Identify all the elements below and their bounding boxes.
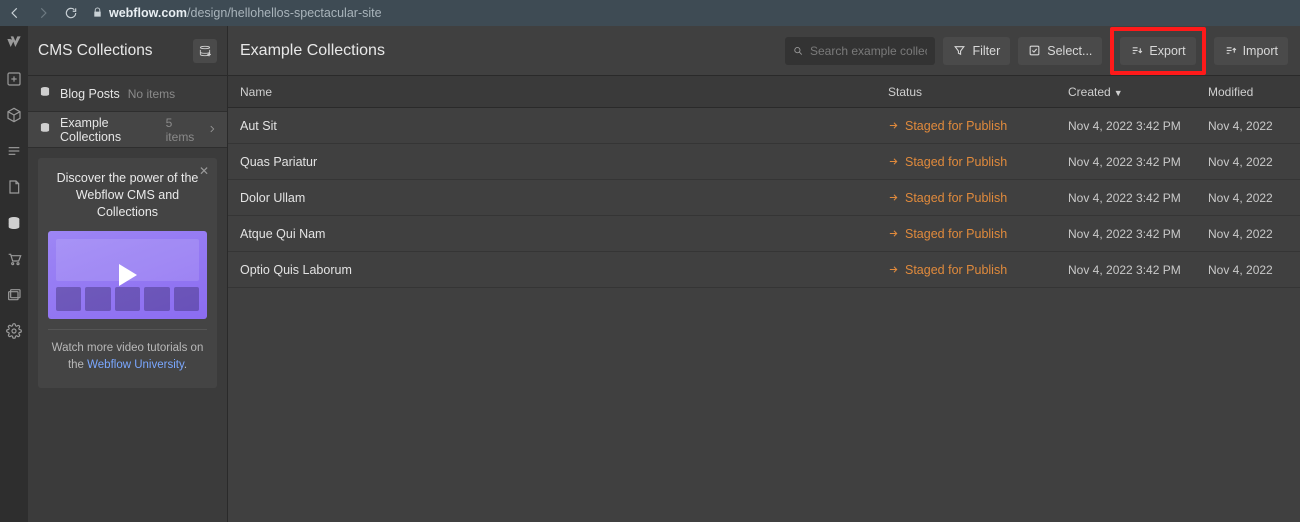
- new-collection-button[interactable]: [193, 39, 217, 63]
- collection-label: Example Collections: [60, 116, 158, 144]
- browser-back-button[interactable]: [8, 6, 22, 20]
- play-icon: [119, 264, 137, 286]
- select-button[interactable]: Select...: [1018, 37, 1102, 65]
- arrow-right-icon: [888, 228, 899, 239]
- cell-status: Staged for Publish: [888, 263, 1068, 277]
- import-button[interactable]: Import: [1214, 37, 1288, 65]
- export-icon: [1130, 44, 1143, 57]
- list-icon[interactable]: [5, 142, 23, 160]
- collection-row-example-collections[interactable]: Example Collections 5 items: [28, 112, 227, 148]
- export-highlight: Export: [1110, 27, 1205, 75]
- browser-reload-button[interactable]: [64, 6, 78, 20]
- panel-title: CMS Collections: [38, 42, 153, 60]
- column-created[interactable]: Created▼: [1068, 85, 1208, 99]
- cell-created: Nov 4, 2022 3:42 PM: [1068, 155, 1208, 169]
- cell-created: Nov 4, 2022 3:42 PM: [1068, 227, 1208, 241]
- cell-status: Staged for Publish: [888, 191, 1068, 205]
- sort-desc-icon: ▼: [1114, 88, 1123, 98]
- add-icon[interactable]: [5, 70, 23, 88]
- cell-modified: Nov 4, 2022: [1208, 263, 1288, 277]
- cell-modified: Nov 4, 2022: [1208, 119, 1288, 133]
- cell-status: Staged for Publish: [888, 155, 1068, 169]
- table-row[interactable]: Atque Qui NamStaged for PublishNov 4, 20…: [228, 216, 1300, 252]
- cart-icon[interactable]: [5, 250, 23, 268]
- column-modified[interactable]: Modified: [1208, 85, 1288, 99]
- url-path: /design/hellohellos-spectacular-site: [187, 6, 382, 20]
- page-icon[interactable]: [5, 178, 23, 196]
- left-rail: [0, 26, 28, 522]
- table-row[interactable]: Optio Quis LaborumStaged for PublishNov …: [228, 252, 1300, 288]
- column-name[interactable]: Name: [240, 85, 888, 99]
- settings-icon[interactable]: [5, 322, 23, 340]
- collection-row-blog-posts[interactable]: Blog Posts No items: [28, 76, 227, 112]
- webflow-university-link[interactable]: Webflow University: [87, 359, 184, 371]
- arrow-right-icon: [888, 156, 899, 167]
- cell-created: Nov 4, 2022 3:42 PM: [1068, 119, 1208, 133]
- search-icon: [793, 45, 804, 57]
- cell-status: Staged for Publish: [888, 119, 1068, 133]
- lock-icon: [92, 6, 103, 21]
- table-body: Aut SitStaged for PublishNov 4, 2022 3:4…: [228, 108, 1300, 288]
- promo-heading: Discover the power of the Webflow CMS an…: [48, 170, 207, 221]
- cms-icon[interactable]: [5, 214, 23, 232]
- collection-label: Blog Posts: [60, 87, 120, 101]
- collection-list: Blog Posts No items Example Collections …: [28, 76, 227, 148]
- column-status[interactable]: Status: [888, 85, 1068, 99]
- browser-forward-button[interactable]: [36, 6, 50, 20]
- cell-name: Optio Quis Laborum: [240, 263, 888, 277]
- page-title: Example Collections: [240, 42, 385, 60]
- webflow-logo-icon[interactable]: [5, 34, 23, 52]
- cms-collections-panel: CMS Collections Blog Posts No items Exam…: [28, 26, 228, 522]
- table-row[interactable]: Aut SitStaged for PublishNov 4, 2022 3:4…: [228, 108, 1300, 144]
- promo-card: ✕ Discover the power of the Webflow CMS …: [38, 158, 217, 388]
- export-button[interactable]: Export: [1120, 37, 1195, 65]
- url-domain: webflow.com: [109, 6, 187, 20]
- cell-modified: Nov 4, 2022: [1208, 191, 1288, 205]
- search-input[interactable]: [810, 44, 927, 58]
- import-icon: [1224, 44, 1237, 57]
- cell-modified: Nov 4, 2022: [1208, 227, 1288, 241]
- cell-created: Nov 4, 2022 3:42 PM: [1068, 263, 1208, 277]
- search-input-wrap[interactable]: [785, 37, 935, 65]
- stack-icon: [38, 121, 52, 138]
- collection-count: No items: [128, 87, 175, 101]
- main-content: Example Collections Filter Select... Exp…: [228, 26, 1300, 522]
- box-icon[interactable]: [5, 106, 23, 124]
- cell-name: Dolor Ullam: [240, 191, 888, 205]
- promo-video-thumbnail[interactable]: [48, 231, 207, 319]
- browser-chrome: webflow.com/design/hellohellos-spectacul…: [0, 0, 1300, 26]
- cell-created: Nov 4, 2022 3:42 PM: [1068, 191, 1208, 205]
- table-row[interactable]: Dolor UllamStaged for PublishNov 4, 2022…: [228, 180, 1300, 216]
- assets-icon[interactable]: [5, 286, 23, 304]
- cell-modified: Nov 4, 2022: [1208, 155, 1288, 169]
- table-header: Name Status Created▼ Modified: [228, 76, 1300, 108]
- cell-name: Atque Qui Nam: [240, 227, 888, 241]
- cell-status: Staged for Publish: [888, 227, 1068, 241]
- promo-caption: Watch more video tutorials on the Webflo…: [48, 340, 207, 375]
- table-row[interactable]: Quas PariaturStaged for PublishNov 4, 20…: [228, 144, 1300, 180]
- cell-name: Aut Sit: [240, 119, 888, 133]
- arrow-right-icon: [888, 264, 899, 275]
- close-icon[interactable]: ✕: [199, 164, 209, 178]
- browser-url[interactable]: webflow.com/design/hellohellos-spectacul…: [109, 6, 382, 20]
- main-header: Example Collections Filter Select... Exp…: [228, 26, 1300, 76]
- stack-icon: [38, 85, 52, 102]
- chevron-right-icon: [207, 122, 217, 137]
- cell-name: Quas Pariatur: [240, 155, 888, 169]
- checkbox-icon: [1028, 44, 1041, 57]
- filter-button[interactable]: Filter: [943, 37, 1010, 65]
- collection-count: 5 items: [166, 116, 199, 144]
- arrow-right-icon: [888, 192, 899, 203]
- filter-icon: [953, 44, 966, 57]
- arrow-right-icon: [888, 120, 899, 131]
